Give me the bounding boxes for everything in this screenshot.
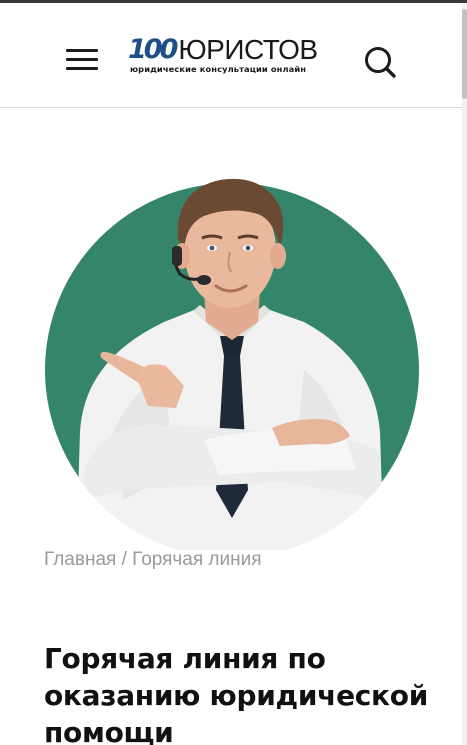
hero-illustration [44, 170, 420, 558]
site-header: 100 ЮРИСТОВ юридические консультации онла… [0, 3, 462, 108]
breadcrumb-current: Горячая линия [132, 549, 262, 570]
logo-word: ЮРИСТОВ [178, 34, 318, 65]
search-icon[interactable] [360, 43, 400, 83]
site-logo[interactable]: 100 ЮРИСТОВ юридические консультации онла… [128, 35, 338, 79]
logo-wordmark: 100 ЮРИСТОВ [128, 35, 318, 65]
page-title: Горячая линия по оказанию юридической по… [44, 642, 429, 745]
hamburger-menu-icon[interactable] [62, 43, 102, 75]
breadcrumb-home-link[interactable]: Главная [44, 549, 116, 570]
breadcrumb: Главная / Горячая линия [44, 549, 262, 571]
logo-number: 100 [128, 34, 178, 65]
logo-tagline: юридические консультации онлайн [130, 64, 307, 74]
breadcrumb-separator: / [116, 549, 133, 570]
page-scrollbar[interactable] [462, 3, 467, 745]
scrollbar-thumb[interactable] [462, 9, 467, 99]
page: 100 ЮРИСТОВ юридические консультации онла… [0, 0, 467, 745]
